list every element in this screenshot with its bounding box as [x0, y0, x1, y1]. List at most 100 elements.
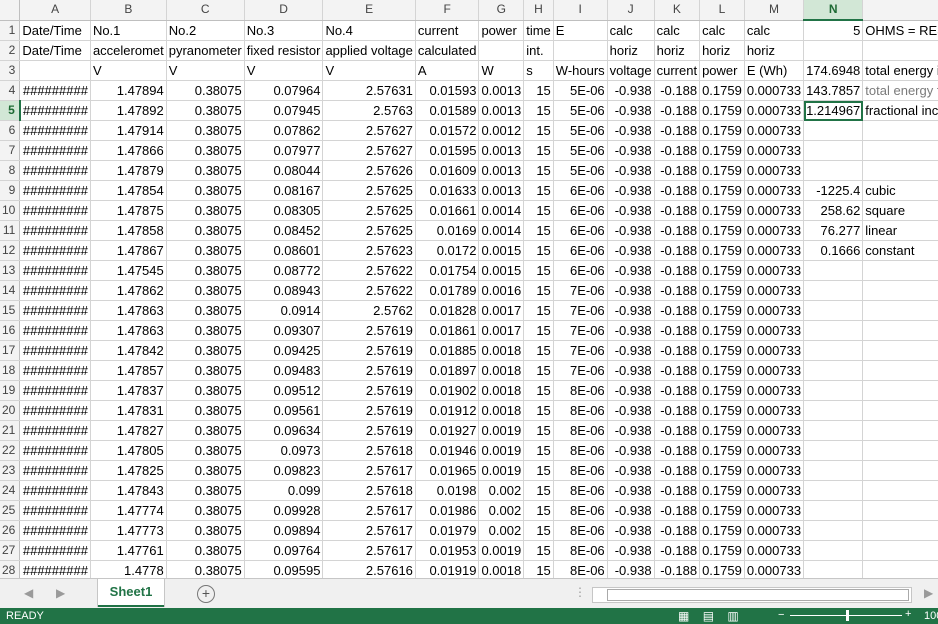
row-header[interactable]: 11: [0, 220, 21, 241]
cell-f1[interactable]: current: [415, 20, 480, 41]
cell-h8[interactable]: 15: [523, 160, 554, 181]
cell-c8[interactable]: 0.38075: [166, 160, 245, 181]
cell-d2[interactable]: fixed resistor: [244, 40, 324, 61]
cell-b17[interactable]: 1.47842: [90, 340, 167, 361]
row-header[interactable]: 10: [0, 200, 21, 221]
cell-i26[interactable]: 8E-06: [553, 520, 608, 541]
cell-o14[interactable]: [862, 280, 938, 301]
cell-h6[interactable]: 15: [523, 120, 554, 141]
row-header[interactable]: 8: [0, 160, 21, 181]
cell-m8[interactable]: 0.000733: [744, 160, 805, 181]
cell-n22[interactable]: [803, 440, 864, 461]
cell-h20[interactable]: 15: [523, 400, 554, 421]
cell-j19[interactable]: -0.938: [607, 380, 655, 401]
cell-e25[interactable]: 2.57617: [322, 500, 416, 521]
cell-f18[interactable]: 0.01897: [415, 360, 480, 381]
column-header-c[interactable]: C: [166, 0, 245, 21]
cell-g2[interactable]: [478, 40, 525, 61]
cell-h18[interactable]: 15: [523, 360, 554, 381]
row-header[interactable]: 21: [0, 420, 21, 441]
cell-l12[interactable]: 0.1759: [699, 240, 745, 261]
cell-m11[interactable]: 0.000733: [744, 220, 805, 241]
cell-e3[interactable]: V: [322, 60, 416, 81]
cell-e20[interactable]: 2.57619: [322, 400, 416, 421]
cell-n19[interactable]: [803, 380, 864, 401]
cell-k8[interactable]: -0.188: [654, 160, 701, 181]
cell-g14[interactable]: 0.0016: [478, 280, 525, 301]
cell-o23[interactable]: [862, 460, 938, 481]
cell-a1[interactable]: Date/Time: [19, 20, 91, 41]
cell-o19[interactable]: [862, 380, 938, 401]
cell-a6[interactable]: #########: [19, 120, 91, 141]
cell-k1[interactable]: calc: [654, 20, 701, 41]
cell-e1[interactable]: No.4: [322, 20, 416, 41]
cell-e15[interactable]: 2.5762: [322, 300, 416, 321]
cell-k27[interactable]: -0.188: [654, 540, 701, 561]
row-header[interactable]: 13: [0, 260, 21, 281]
cell-b10[interactable]: 1.47875: [90, 200, 167, 221]
cell-i14[interactable]: 7E-06: [553, 280, 608, 301]
cell-i1[interactable]: E: [553, 20, 608, 41]
row-header[interactable]: 7: [0, 140, 21, 161]
cell-a4[interactable]: #########: [19, 80, 91, 101]
cell-m27[interactable]: 0.000733: [744, 540, 805, 561]
cell-c5[interactable]: 0.38075: [166, 100, 245, 121]
cell-d20[interactable]: 0.09561: [244, 400, 324, 421]
row-header[interactable]: 19: [0, 380, 21, 401]
cell-o13[interactable]: [862, 260, 938, 281]
cell-l3[interactable]: power: [699, 60, 745, 81]
cell-o26[interactable]: [862, 520, 938, 541]
row-header[interactable]: 6: [0, 120, 21, 141]
cell-d3[interactable]: V: [244, 60, 324, 81]
cell-f5[interactable]: 0.01589: [415, 100, 480, 121]
cell-o7[interactable]: [862, 140, 938, 161]
cell-o4[interactable]: total energy for fixed: [862, 80, 938, 101]
cell-a21[interactable]: #########: [19, 420, 91, 441]
spreadsheet-grid[interactable]: ABCDEFGHIJKLMNOP 1Date/TimeNo.1No.2No.3N…: [0, 0, 938, 578]
cell-b20[interactable]: 1.47831: [90, 400, 167, 421]
cell-f8[interactable]: 0.01609: [415, 160, 480, 181]
cell-d10[interactable]: 0.08305: [244, 200, 324, 221]
cell-n17[interactable]: [803, 340, 864, 361]
cell-j14[interactable]: -0.938: [607, 280, 655, 301]
cell-d17[interactable]: 0.09425: [244, 340, 324, 361]
cell-l22[interactable]: 0.1759: [699, 440, 745, 461]
cell-d28[interactable]: 0.09595: [244, 560, 324, 578]
cell-a19[interactable]: #########: [19, 380, 91, 401]
cell-k12[interactable]: -0.188: [654, 240, 701, 261]
cell-g28[interactable]: 0.0018: [478, 560, 525, 578]
cell-n15[interactable]: [803, 300, 864, 321]
cell-b15[interactable]: 1.47863: [90, 300, 167, 321]
normal-view-icon[interactable]: ▦: [678, 609, 689, 623]
cell-e11[interactable]: 2.57625: [322, 220, 416, 241]
cell-b26[interactable]: 1.47773: [90, 520, 167, 541]
zoom-in-icon[interactable]: +: [905, 608, 911, 620]
cell-i24[interactable]: 8E-06: [553, 480, 608, 501]
cell-o6[interactable]: [862, 120, 938, 141]
cell-f27[interactable]: 0.01953: [415, 540, 480, 561]
cell-i6[interactable]: 5E-06: [553, 120, 608, 141]
cell-j26[interactable]: -0.938: [607, 520, 655, 541]
cell-i19[interactable]: 8E-06: [553, 380, 608, 401]
cell-m5[interactable]: 0.000733: [744, 100, 805, 121]
cell-j27[interactable]: -0.938: [607, 540, 655, 561]
row-header[interactable]: 18: [0, 360, 21, 381]
cell-b12[interactable]: 1.47867: [90, 240, 167, 261]
row-header[interactable]: 12: [0, 240, 21, 261]
row-header[interactable]: 26: [0, 520, 21, 541]
cell-l25[interactable]: 0.1759: [699, 500, 745, 521]
cell-n21[interactable]: [803, 420, 864, 441]
column-header-i[interactable]: I: [553, 0, 608, 21]
cell-d19[interactable]: 0.09512: [244, 380, 324, 401]
row-header[interactable]: 15: [0, 300, 21, 321]
cell-k19[interactable]: -0.188: [654, 380, 701, 401]
cell-d1[interactable]: No.3: [244, 20, 324, 41]
cell-n24[interactable]: [803, 480, 864, 501]
cell-e6[interactable]: 2.57627: [322, 120, 416, 141]
cell-g5[interactable]: 0.0013: [478, 100, 525, 121]
cell-b16[interactable]: 1.47863: [90, 320, 167, 341]
cell-m21[interactable]: 0.000733: [744, 420, 805, 441]
cell-b19[interactable]: 1.47837: [90, 380, 167, 401]
cell-o17[interactable]: [862, 340, 938, 361]
cell-o5[interactable]: fractional increase: [862, 100, 938, 121]
